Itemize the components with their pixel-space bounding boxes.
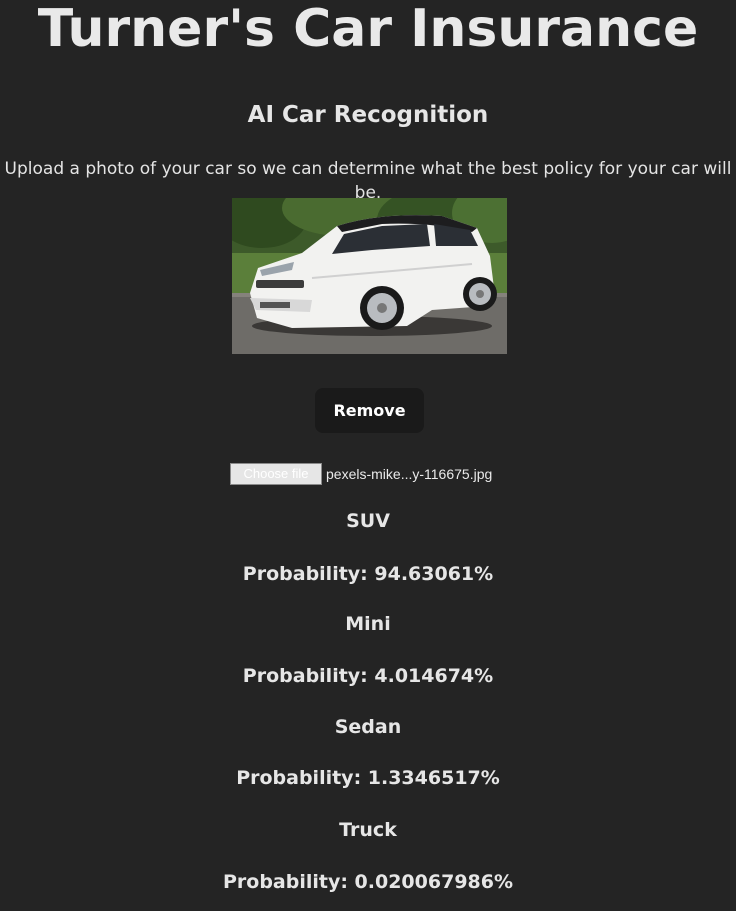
result-label: Sedan bbox=[334, 716, 402, 738]
remove-button[interactable]: Remove bbox=[315, 388, 424, 433]
selected-file-name: pexels-mike...y-116675.jpg bbox=[326, 466, 493, 482]
result-probability: Probability: 4.014674% bbox=[242, 665, 494, 687]
uploaded-car-photo bbox=[232, 198, 507, 354]
result-label: SUV bbox=[346, 510, 390, 532]
result-probability: Probability: 0.020067986% bbox=[222, 871, 514, 893]
page-title: Turner's Car Insurance bbox=[37, 0, 699, 59]
page: Turner's Car Insurance AI Car Recognitio… bbox=[0, 0, 736, 911]
result-label: Mini bbox=[345, 613, 391, 635]
result-probability: Probability: 1.3346517% bbox=[236, 767, 500, 789]
file-input[interactable]: Choose file pexels-mike...y-116675.jpg bbox=[230, 463, 492, 485]
result-label: Truck bbox=[339, 819, 397, 841]
result-probability: Probability: 94.63061% bbox=[242, 563, 494, 585]
choose-file-button[interactable]: Choose file bbox=[230, 463, 322, 485]
page-subtitle: AI Car Recognition bbox=[247, 102, 489, 128]
